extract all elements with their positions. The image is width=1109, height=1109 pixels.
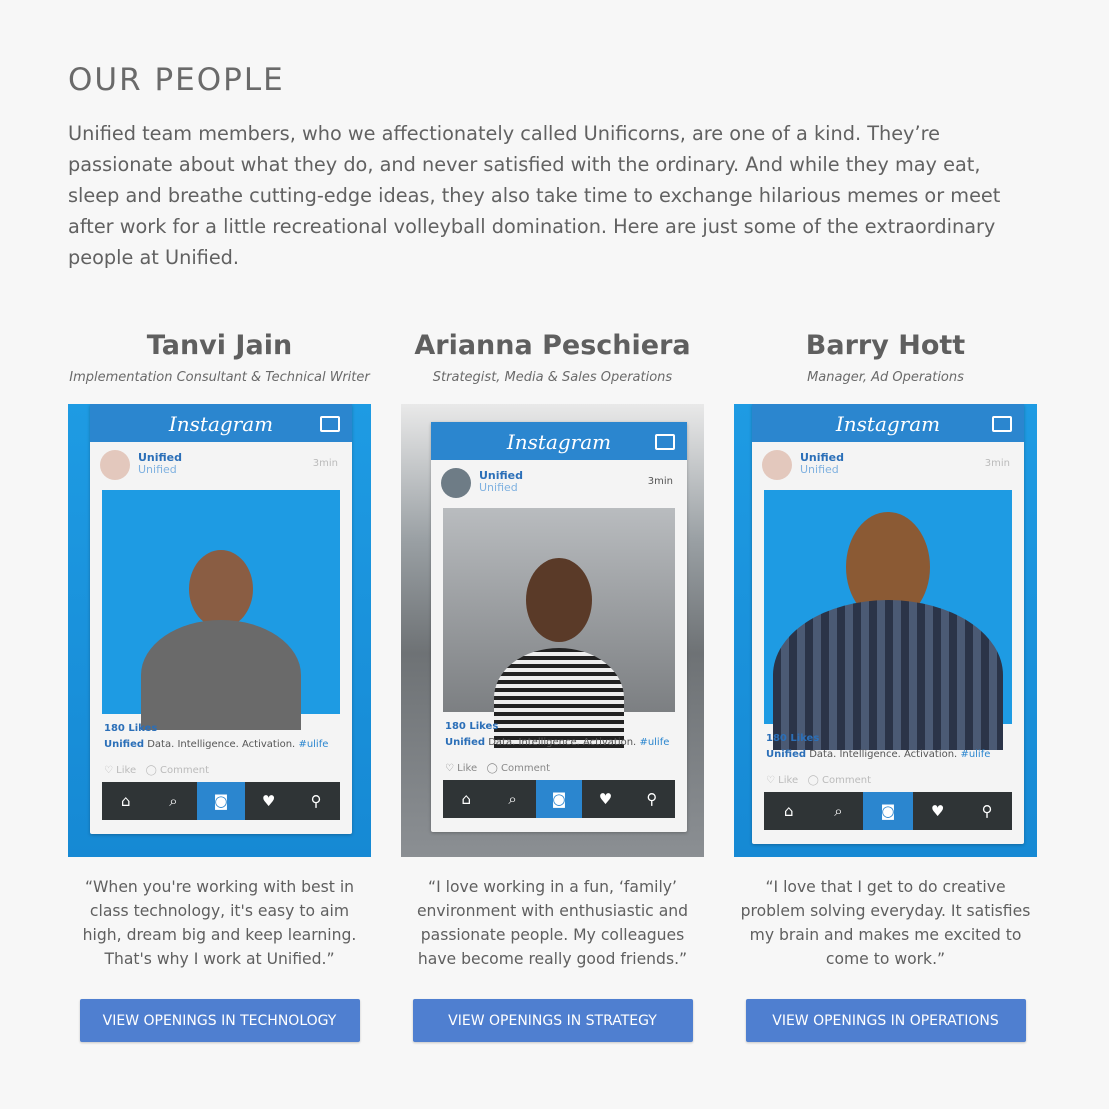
post-actions: ♡ Like ◯ Comment [104, 765, 209, 776]
frame-window [764, 490, 1012, 750]
likes-count: 180 Likes [766, 733, 820, 744]
activity-icon: ♥ [261, 792, 276, 810]
avatar [762, 450, 792, 480]
person-photo: Instagram Unified Unified 3min 180 Likes … [401, 404, 704, 857]
search-icon: ⌕ [508, 790, 517, 808]
post-caption: Unified Data. Intelligence. Activation. … [104, 739, 329, 750]
person-card-arianna: Arianna Peschiera Strategist, Media & Sa… [401, 326, 704, 1042]
profile-icon: ⚲ [646, 790, 658, 808]
person-quote: “I love that I get to do creative proble… [740, 878, 1031, 968]
post-caption: Unified Data. Intelligence. Activation. … [445, 737, 670, 748]
person-photo: Instagram Unified Unified 3min 180 Likes … [68, 404, 371, 857]
instagram-nav-bar: ⌂ ⌕ ◙ ♥ ⚲ [443, 780, 675, 818]
camera-icon: ◙ [863, 792, 913, 830]
instagram-logo: Instagram [168, 412, 274, 436]
instagram-logo: Instagram [506, 430, 612, 454]
account-name: Unified Unified [479, 469, 524, 494]
post-time: 3min [647, 476, 673, 487]
home-icon: ⌂ [784, 802, 794, 820]
person-role: Implementation Consultant & Technical Wr… [69, 370, 370, 385]
instagram-frame-prop: Instagram Unified Unified 3min 180 Likes … [90, 404, 352, 834]
account-name: Unified Unified [138, 451, 183, 476]
intro-paragraph: Unified team members, who we affectionat… [68, 122, 1001, 269]
frame-window [443, 508, 675, 748]
inbox-icon [320, 416, 340, 432]
instagram-logo: Instagram [835, 412, 941, 436]
view-openings-operations-button[interactable]: VIEW OPENINGS IN OPERATIONS [745, 999, 1026, 1042]
person-card-barry: Barry Hott Manager, Ad Operations Instag… [734, 326, 1037, 1042]
person-name: Tanvi Jain [146, 330, 293, 361]
view-openings-strategy-button[interactable]: VIEW OPENINGS IN STRATEGY [412, 999, 693, 1042]
person-role: Manager, Ad Operations [807, 370, 964, 385]
person-name: Arianna Peschiera [414, 330, 691, 361]
avatar [441, 468, 471, 498]
post-actions: ♡ Like ◯ Comment [766, 775, 871, 786]
activity-icon: ♥ [930, 802, 945, 820]
person-head [526, 558, 592, 642]
post-caption: Unified Data. Intelligence. Activation. … [766, 749, 991, 760]
person-head [189, 550, 253, 628]
inbox-icon [992, 416, 1012, 432]
search-icon: ⌕ [834, 802, 843, 820]
activity-icon: ♥ [598, 790, 613, 808]
profile-icon: ⚲ [981, 802, 993, 820]
likes-count: 180 Likes [445, 721, 499, 732]
post-actions: ♡ Like ◯ Comment [445, 763, 550, 774]
instagram-frame-prop: Instagram Unified Unified 3min 180 Likes … [431, 422, 687, 832]
instagram-frame-prop: Instagram Unified Unified 3min 180 Likes … [752, 404, 1024, 844]
post-time: 3min [312, 458, 338, 469]
camera-icon: ◙ [197, 782, 245, 820]
person-body [494, 648, 624, 748]
person-body [141, 620, 301, 730]
account-name: Unified Unified [800, 451, 845, 476]
person-card-tanvi: Tanvi Jain Implementation Consultant & T… [68, 326, 371, 1042]
person-body [773, 600, 1003, 750]
inbox-icon [655, 434, 675, 450]
frame-window [102, 490, 340, 730]
person-photo: Instagram Unified Unified 3min 180 Likes … [734, 404, 1037, 857]
avatar [100, 450, 130, 480]
likes-count: 180 Likes [104, 723, 158, 734]
home-icon: ⌂ [461, 790, 471, 808]
home-icon: ⌂ [121, 792, 131, 810]
person-role: Strategist, Media & Sales Operations [432, 370, 673, 385]
person-name: Barry Hott [805, 330, 966, 361]
person-quote: “I love working in a fun, ‘family’ envir… [416, 878, 689, 968]
profile-icon: ⚲ [310, 792, 322, 810]
section-title: OUR PEOPLE [68, 62, 285, 98]
instagram-nav-bar: ⌂ ⌕ ◙ ♥ ⚲ [764, 792, 1012, 830]
view-openings-technology-button[interactable]: VIEW OPENINGS IN TECHNOLOGY [79, 999, 360, 1042]
instagram-nav-bar: ⌂ ⌕ ◙ ♥ ⚲ [102, 782, 340, 820]
search-icon: ⌕ [169, 792, 178, 810]
camera-icon: ◙ [535, 780, 583, 818]
person-quote: “When you're working with best in class … [82, 878, 357, 968]
post-time: 3min [984, 458, 1010, 469]
